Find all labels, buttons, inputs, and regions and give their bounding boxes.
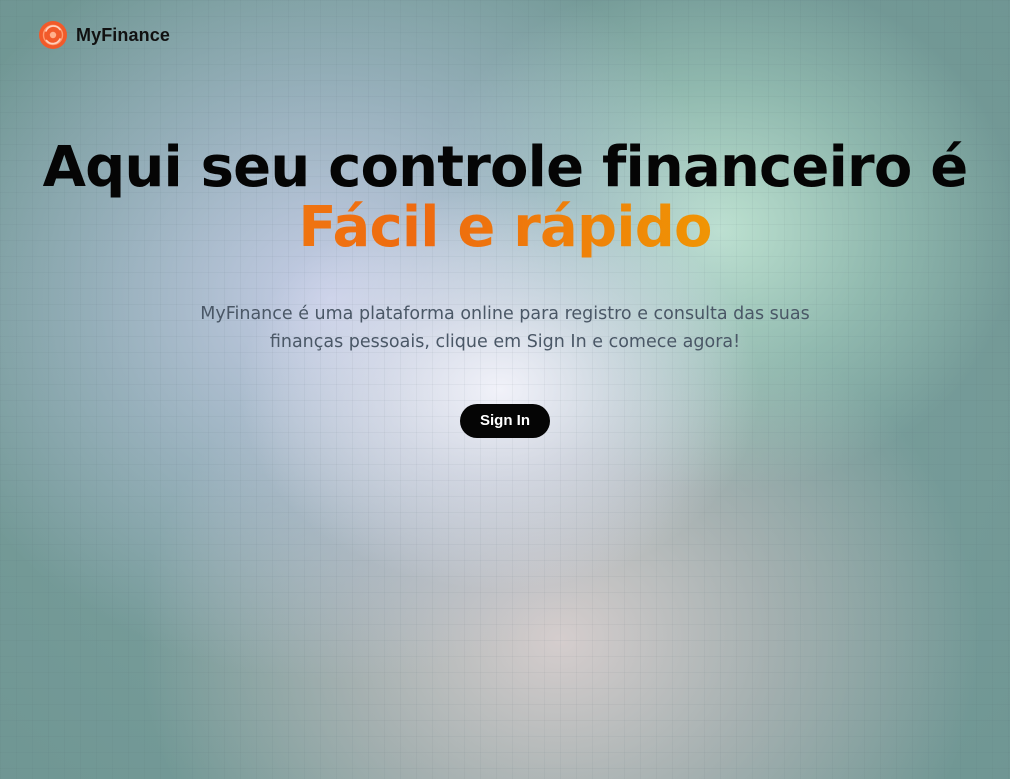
sign-in-button[interactable]: Sign In [460, 404, 550, 438]
top-header: MyFinance [38, 20, 170, 50]
hero-headline: Aqui seu controle financeiro é Fácil e r… [0, 138, 1010, 258]
hero-description: MyFinance é uma plataforma online para r… [200, 304, 810, 352]
headline-line-1: Aqui seu controle financeiro é [42, 135, 969, 200]
headline-accent: Fácil e rápido [0, 198, 1010, 258]
finance-logo-icon[interactable] [38, 20, 68, 50]
brand-name[interactable]: MyFinance [76, 25, 170, 46]
hero-section: Aqui seu controle financeiro é Fácil e r… [0, 138, 1010, 438]
